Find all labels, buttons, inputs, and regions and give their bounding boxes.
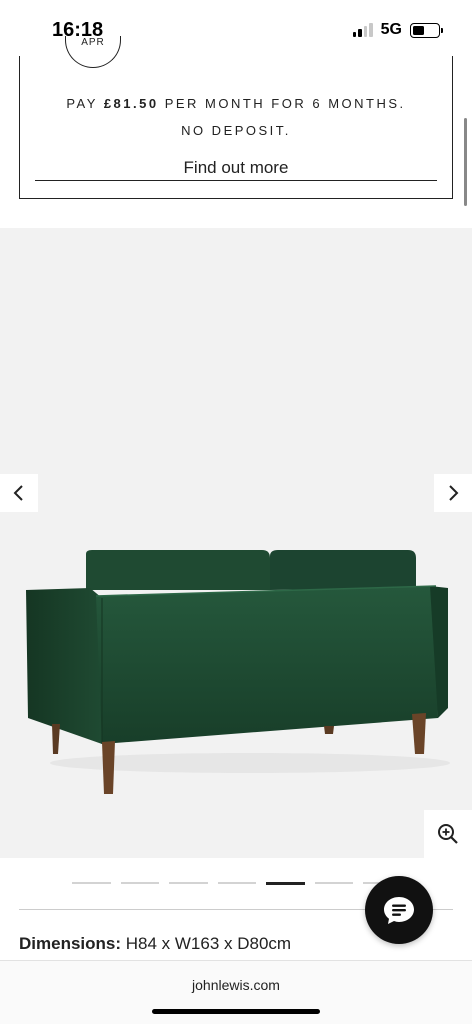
gallery-dot-active[interactable] bbox=[266, 882, 305, 885]
status-icons: 5G bbox=[352, 21, 443, 39]
network-label: 5G bbox=[380, 21, 402, 38]
finance-logo: APR bbox=[65, 36, 121, 68]
gallery-dot[interactable] bbox=[314, 882, 353, 884]
signal-icon bbox=[352, 23, 373, 37]
link-underline bbox=[35, 180, 437, 181]
url-text[interactable]: johnlewis.com bbox=[0, 977, 472, 993]
zoom-button[interactable] bbox=[424, 810, 472, 858]
product-image-sofa bbox=[26, 550, 450, 794]
finance-offer-box: APR PAY £81.50 PER MONTH FOR 6 MONTHS. N… bbox=[19, 36, 453, 199]
find-out-more-link[interactable]: Find out more bbox=[20, 158, 452, 178]
dimensions-value: H84 x W163 x D80cm bbox=[121, 934, 292, 953]
no-deposit-text: NO DEPOSIT. bbox=[181, 123, 291, 138]
pay-monthly-text: PAY £81.50 PER MONTH FOR 6 MONTHS. bbox=[66, 96, 406, 111]
gallery-next-button[interactable] bbox=[434, 474, 472, 512]
dimensions-text: Dimensions: H84 x W163 x D80cm bbox=[19, 934, 291, 954]
chevron-right-icon bbox=[449, 485, 459, 501]
chat-button[interactable] bbox=[365, 876, 433, 944]
dimensions-label: Dimensions: bbox=[19, 934, 122, 953]
scrollbar[interactable] bbox=[464, 118, 467, 206]
home-indicator[interactable] bbox=[152, 1009, 320, 1014]
chat-icon bbox=[384, 897, 414, 924]
gallery-dot[interactable] bbox=[72, 882, 111, 884]
gallery-prev-button[interactable] bbox=[0, 474, 38, 512]
browser-address-bar[interactable]: johnlewis.com bbox=[0, 960, 472, 1024]
product-image-gallery[interactable] bbox=[0, 228, 472, 858]
battery-icon bbox=[410, 22, 443, 38]
pay-amount: £81.50 bbox=[103, 96, 159, 111]
gallery-dot[interactable] bbox=[169, 882, 208, 884]
gallery-pagination bbox=[72, 882, 402, 885]
chevron-left-icon bbox=[13, 485, 23, 501]
gallery-dot[interactable] bbox=[217, 882, 256, 884]
zoom-in-icon bbox=[438, 824, 458, 844]
gallery-dot[interactable] bbox=[120, 882, 159, 884]
